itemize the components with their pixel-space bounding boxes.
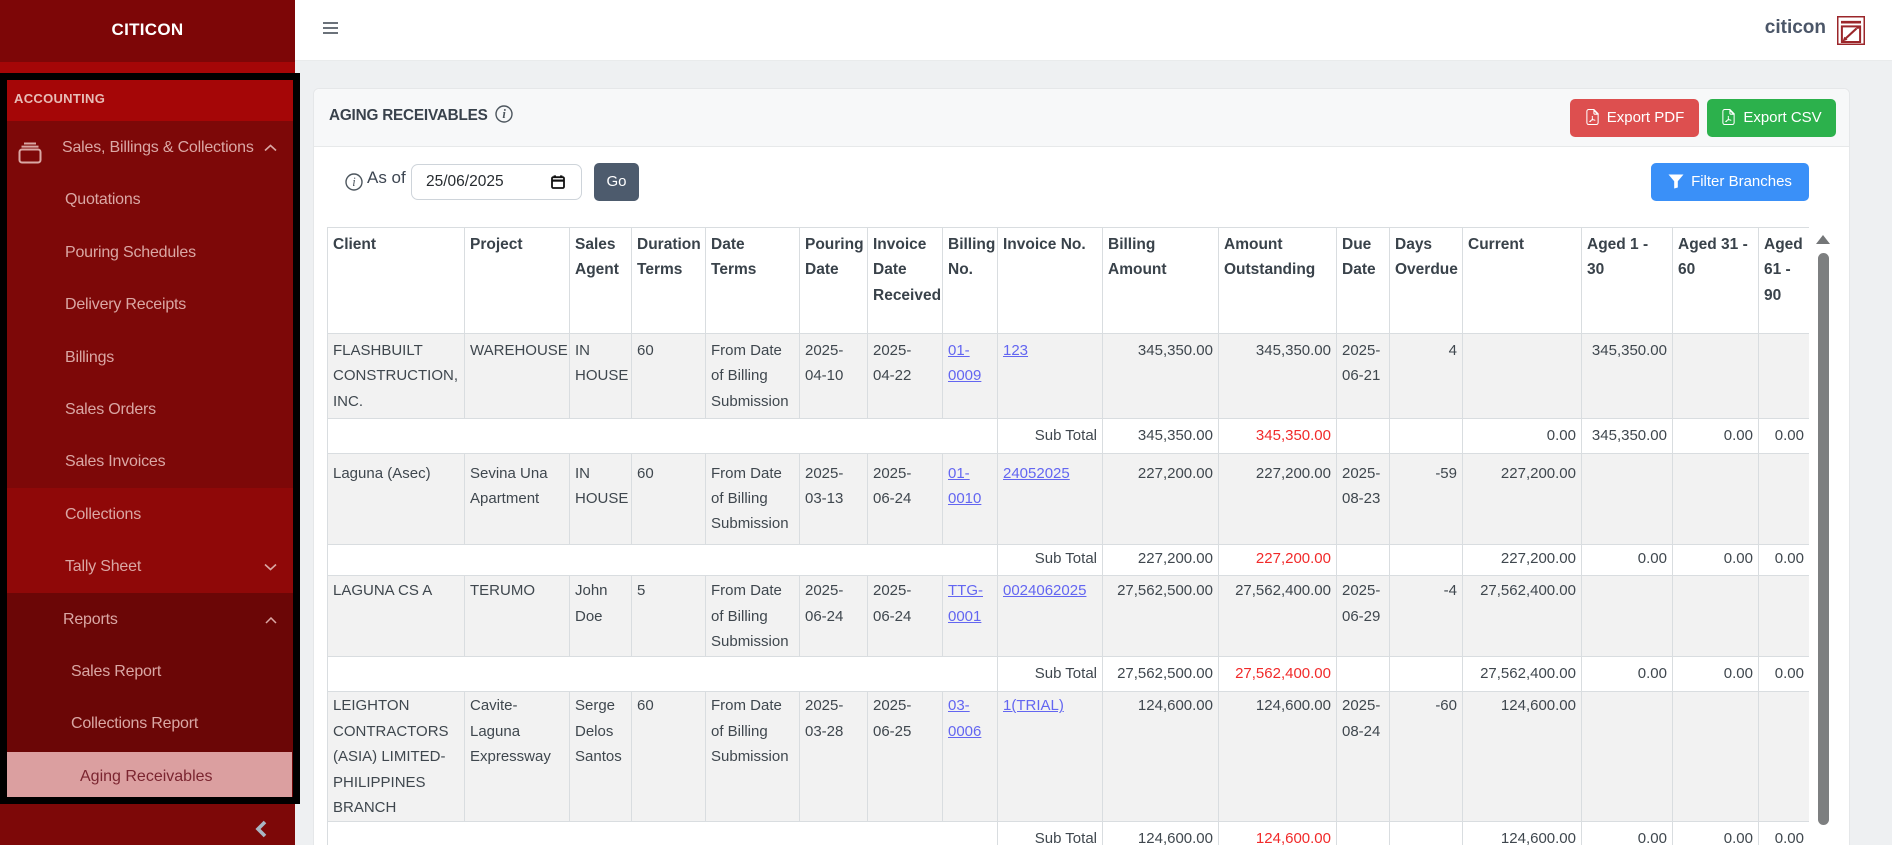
svg-text:i: i — [502, 107, 506, 121]
svg-text:i: i — [352, 175, 356, 189]
